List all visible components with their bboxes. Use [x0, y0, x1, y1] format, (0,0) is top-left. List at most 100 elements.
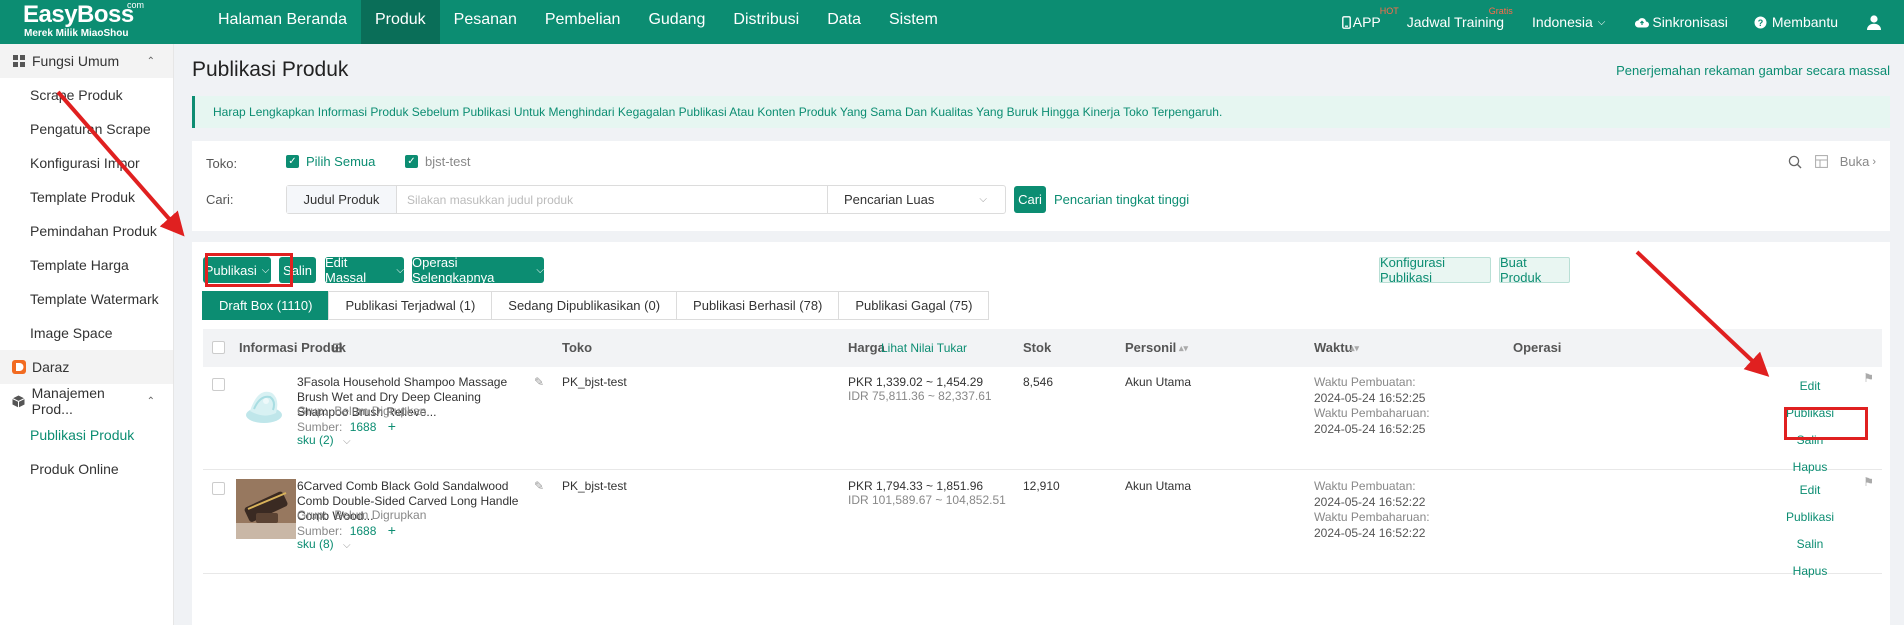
nav-warehouse[interactable]: Gudang [634, 0, 719, 44]
store-checkbox[interactable]: ✓ bjst-test [405, 154, 471, 169]
tab-published-success[interactable]: Publikasi Berhasil (78) [676, 291, 840, 320]
sync-button[interactable]: Sinkronisasi [1635, 14, 1728, 30]
expand-toggle[interactable]: Buka [1840, 154, 1870, 169]
app-label: APP [1352, 14, 1381, 30]
op-edit[interactable]: Edit [1760, 373, 1860, 400]
training-link[interactable]: Jadwal Training Gratis [1406, 6, 1513, 30]
nav-home[interactable]: Halaman Beranda [204, 0, 361, 44]
sidebar-item-product-transfer[interactable]: Pemindahan Produk [0, 214, 173, 248]
row-checkbox[interactable] [212, 378, 225, 391]
sidebar-item-watermark-template[interactable]: Template Watermark [0, 282, 173, 316]
sidebar-item-scrape[interactable]: Scrape Produk [0, 78, 173, 112]
tab-scheduled[interactable]: Publikasi Terjadwal (1) [328, 291, 493, 320]
op-delete[interactable]: Hapus [1760, 558, 1860, 585]
brand-name: EasyBoss [23, 1, 134, 28]
row-store: PK_bjst-test [562, 479, 627, 493]
user-avatar[interactable] [1866, 14, 1882, 30]
tab-publishing[interactable]: Sedang Dipublikasikan (0) [491, 291, 678, 320]
search-button[interactable]: Cari [1014, 186, 1046, 213]
logo[interactable]: EasyBoss com Merek Milik MiaoShou [0, 0, 145, 44]
source-link[interactable]: 1688 [350, 420, 377, 434]
search-type-select[interactable]: Judul Produk [287, 186, 397, 213]
sort-icon[interactable]: ▴▾ [1350, 329, 1359, 367]
advanced-search-link[interactable]: Pencarian tingkat tinggi [1054, 192, 1189, 207]
tab-draft-box[interactable]: Draft Box (1110) [202, 291, 330, 320]
sidebar-group-label: Fungsi Umum [32, 53, 120, 69]
plus-icon[interactable]: + [388, 418, 396, 434]
updated-value: 2024-05-24 16:52:22 [1314, 525, 1426, 540]
sku-label: sku (8) [297, 537, 334, 551]
sidebar-item-product-template[interactable]: Template Produk [0, 180, 173, 214]
nav-data[interactable]: Data [813, 0, 875, 44]
bulk-edit-button[interactable]: Edit Massal ⌵ [325, 255, 404, 285]
created-label: Waktu Pembuatan: [1314, 479, 1416, 493]
flag-icon[interactable]: ⚑ [1863, 475, 1874, 489]
bulk-image-translate-link[interactable]: Penerjemahan rekaman gambar secara massa… [1616, 63, 1890, 78]
layout-icon[interactable] [1814, 155, 1828, 168]
th-time[interactable]: Waktu [1314, 329, 1353, 367]
op-publish[interactable]: Publikasi [1760, 400, 1860, 427]
nav-distribution[interactable]: Distribusi [719, 0, 813, 44]
sku-toggle[interactable]: sku (8) ⌵ [297, 537, 351, 551]
sidebar-group-general[interactable]: Fungsi Umum ⌃ [0, 44, 173, 78]
select-all-rows-checkbox[interactable] [212, 341, 225, 354]
hot-badge: HOT [1379, 6, 1399, 16]
copy-button[interactable]: Salin [279, 257, 316, 283]
op-copy[interactable]: Salin [1760, 427, 1860, 454]
exchange-rate-link[interactable]: Lihat Nilai Tukar [881, 329, 967, 367]
edit-pencil-icon[interactable]: ✎ [534, 479, 544, 493]
sidebar-group-product-management[interactable]: Manajemen Prod... ⌃ [0, 384, 173, 418]
training-label: Jadwal Training [1406, 14, 1505, 30]
sidebar-item-image-space[interactable]: Image Space [0, 316, 173, 350]
expand-all-icon[interactable]: ⊞ [332, 329, 343, 367]
publish-dropdown-button[interactable]: Publikasi ⌵ [203, 257, 271, 283]
publish-label: Publikasi [204, 262, 257, 278]
check-icon: ✓ [286, 155, 299, 168]
main-content: Publikasi Produk Penerjemahan rekaman ga… [175, 44, 1904, 625]
created-label: Waktu Pembuatan: [1314, 375, 1416, 389]
search-input[interactable] [397, 186, 827, 213]
sort-icon[interactable]: ▴▾ [1179, 329, 1188, 367]
language-select[interactable]: Indonesia ⌵ [1532, 14, 1605, 30]
main-nav: Halaman Beranda Produk Pesanan Pembelian… [204, 0, 952, 44]
row-checkbox[interactable] [212, 482, 225, 495]
sku-toggle[interactable]: sku (2) ⌵ [297, 433, 351, 447]
nav-orders[interactable]: Pesanan [440, 0, 531, 44]
sidebar-item-online-product[interactable]: Produk Online [0, 452, 173, 486]
nav-system[interactable]: Sistem [875, 0, 952, 44]
check-icon: ✓ [405, 155, 418, 168]
search-mode-select[interactable]: Pencarian Luas ⌵ [827, 186, 1005, 213]
row-time: Waktu Pembuatan: 2024-05-24 16:52:25 Wak… [1314, 375, 1430, 437]
op-publish[interactable]: Publikasi [1760, 504, 1860, 531]
create-product-button[interactable]: Buat Produk [1499, 255, 1570, 285]
sidebar-item-publish-product[interactable]: Publikasi Produk [0, 418, 173, 452]
sidebar-group-daraz[interactable]: Daraz [0, 350, 173, 384]
plus-icon[interactable]: + [388, 522, 396, 538]
created-value: 2024-05-24 16:52:22 [1314, 494, 1426, 509]
more-operations-button[interactable]: Operasi Selengkapnya ⌵ [412, 255, 544, 285]
flag-icon[interactable]: ⚑ [1863, 371, 1874, 385]
search-label: Cari: [206, 192, 234, 207]
filter-tools: Buka › [1788, 154, 1876, 169]
product-thumbnail[interactable] [236, 479, 296, 539]
select-all-checkbox[interactable]: ✓ Pilih Semua [286, 154, 375, 169]
sidebar-item-scrape-settings[interactable]: Pengaturan Scrape [0, 112, 173, 146]
notice-banner: Harap Lengkapkan Informasi Produk Sebelu… [192, 96, 1890, 128]
app-link[interactable]: APP HOT [1341, 6, 1399, 30]
th-personnel[interactable]: Personil [1125, 329, 1176, 367]
sidebar-item-price-template[interactable]: Template Harga [0, 248, 173, 282]
row-stock: 8,546 [1023, 375, 1054, 389]
th-stock: Stok [1023, 340, 1052, 355]
search-icon[interactable] [1788, 155, 1802, 169]
tab-published-failed[interactable]: Publikasi Gagal (75) [838, 291, 990, 320]
publish-config-button[interactable]: Konfigurasi Publikasi [1379, 255, 1491, 285]
sidebar-item-import-config[interactable]: Konfigurasi Impor [0, 146, 173, 180]
product-thumbnail[interactable] [236, 375, 296, 435]
op-edit[interactable]: Edit [1760, 477, 1860, 504]
nav-purchase[interactable]: Pembelian [531, 0, 635, 44]
source-link[interactable]: 1688 [350, 524, 377, 538]
nav-product[interactable]: Produk [360, 0, 440, 44]
help-button[interactable]: ? Membantu [1754, 14, 1838, 30]
op-copy[interactable]: Salin [1760, 531, 1860, 558]
edit-pencil-icon[interactable]: ✎ [534, 375, 544, 389]
